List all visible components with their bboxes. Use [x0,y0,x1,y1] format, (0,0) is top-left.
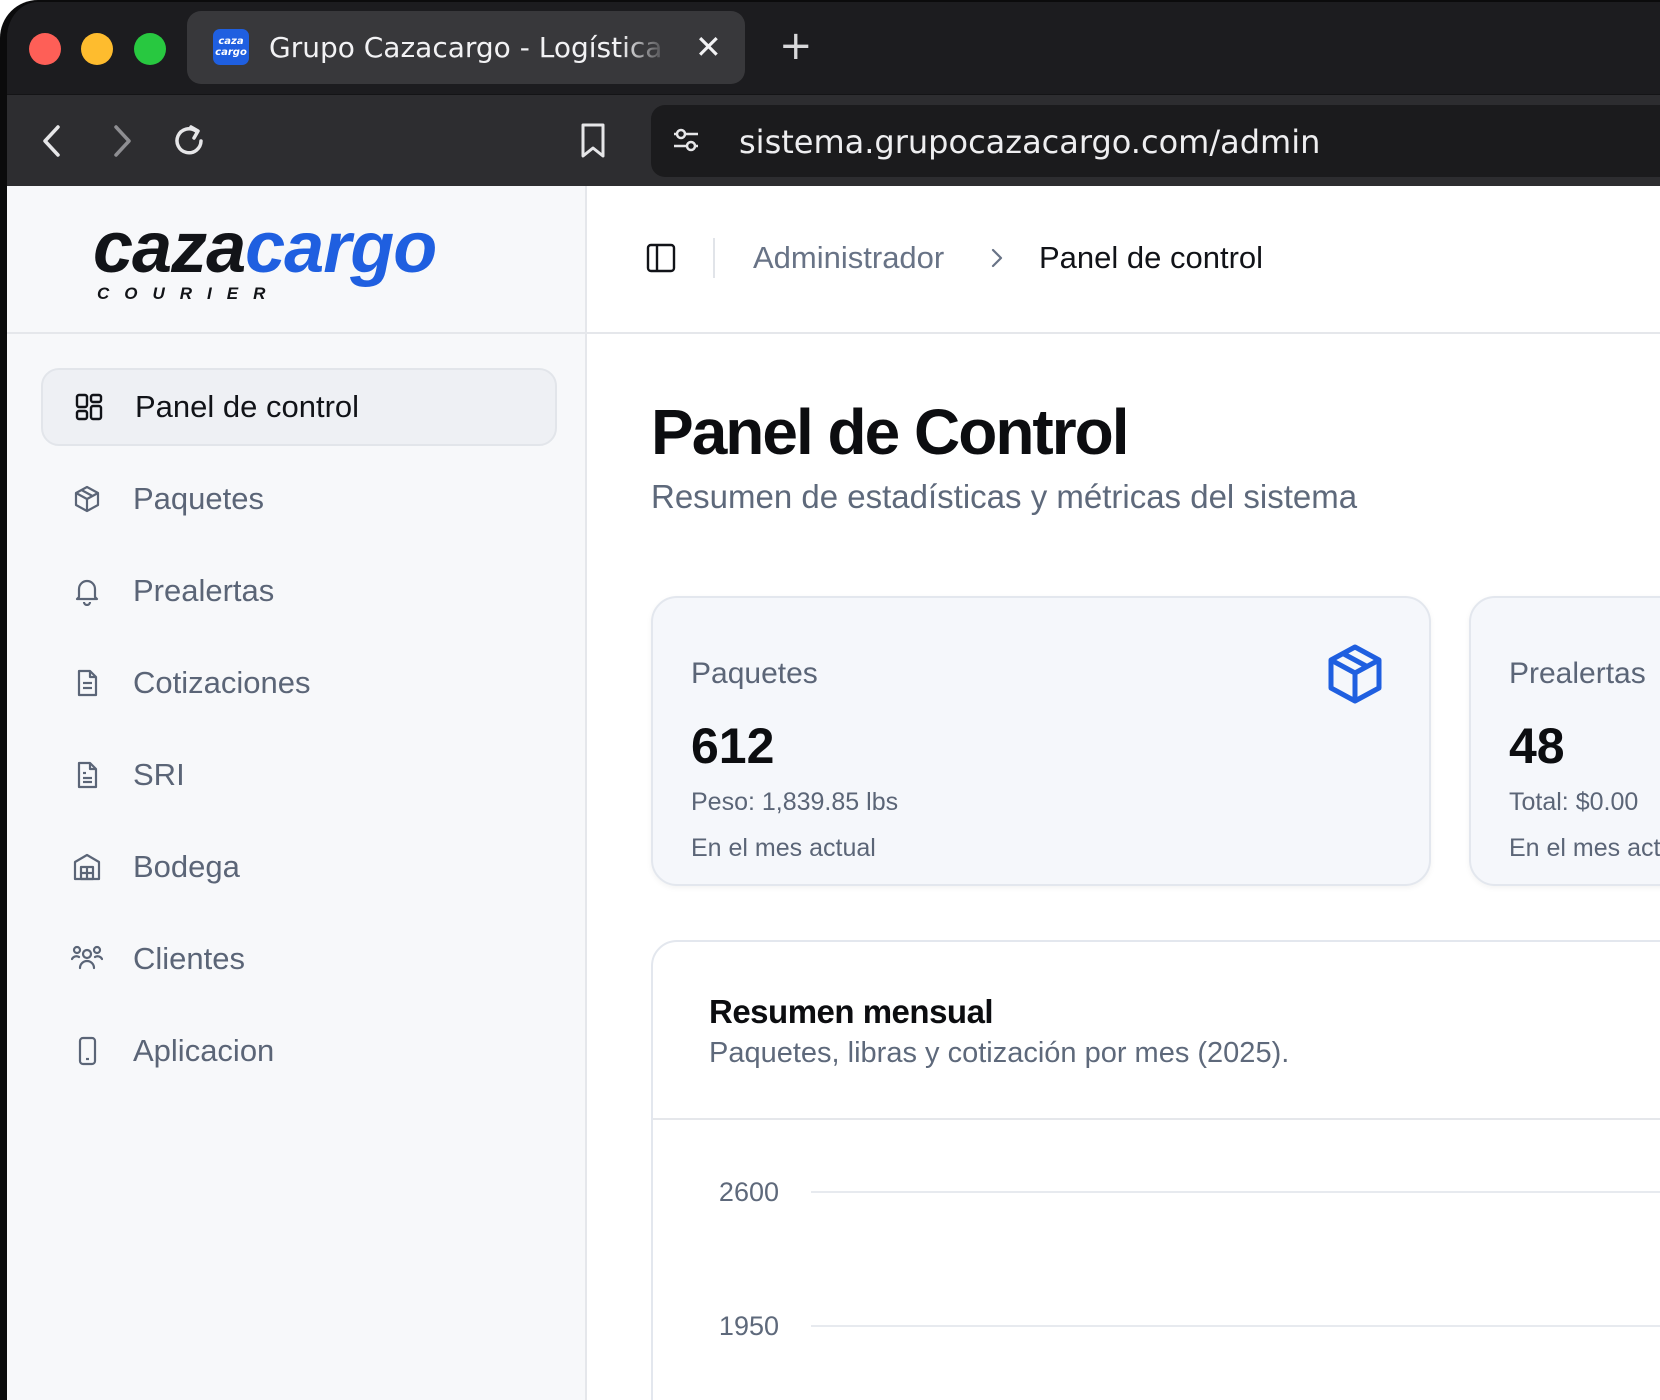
tab-title: Grupo Cazacargo - Logística Global [269,31,669,64]
page-subtitle: Resumen de estadísticas y métricas del s… [651,478,1358,515]
stat-label: Paquetes [691,657,818,690]
package-icon [71,483,103,515]
header-divider [713,238,715,278]
document-icon [71,667,103,699]
stat-period: En el mes actual [1509,834,1660,862]
sidebar-item-label: Bodega [133,849,240,884]
sidebar-nav: Panel de control Paquetes Prealertas Cot… [41,368,557,1104]
web-page: cazacargo COURIER Panel de control Paque… [7,186,1660,1400]
logo-subtitle: COURIER [97,284,281,303]
main-content: Panel de Control Resumen de estadísticas… [587,334,1660,1400]
stat-value: 48 [1509,718,1565,774]
sidebar: cazacargo COURIER Panel de control Paque… [7,186,587,1400]
sidebar-item-label: SRI [133,757,185,792]
sidebar-item-label: Aplicacion [133,1033,275,1068]
tab-strip: caza cargo Grupo Cazacargo - Logística G… [7,2,1660,94]
browser-tab[interactable]: caza cargo Grupo Cazacargo - Logística G… [187,11,745,84]
sidebar-toggle-icon[interactable] [645,242,677,279]
stat-label: Prealertas [1509,657,1646,690]
bookmark-icon[interactable] [569,117,617,165]
logo-part-1: caza [93,208,246,288]
sidebar-item-aplicacion[interactable]: Aplicacion [41,1012,557,1090]
close-window-button[interactable] [29,33,61,65]
dashboard-icon [73,391,105,423]
breadcrumb-current: Panel de control [1039,240,1264,275]
new-tab-button[interactable]: + [779,26,813,66]
brand-logo[interactable]: cazacargo [93,208,437,288]
monthly-summary-card: Resumen mensual Paquetes, libras y cotiz… [651,940,1660,1400]
stat-card-prealertas[interactable]: Prealertas 48 Total: $0.00 En el mes act… [1469,596,1660,886]
smartphone-icon [71,1035,103,1067]
forward-icon[interactable] [97,117,145,165]
stat-detail: Total: $0.00 [1509,788,1639,816]
bell-icon [71,575,103,607]
browser-window: caza cargo Grupo Cazacargo - Logística G… [0,0,1660,1400]
favicon-icon: caza cargo [213,29,249,65]
users-icon [71,943,103,975]
browser-toolbar: sistema.grupocazacargo.com/admin [7,94,1660,186]
sidebar-item-label: Prealertas [133,573,275,608]
logo-part-2: cargo [245,208,437,288]
page-title: Panel de Control [651,396,1129,468]
sidebar-item-clientes[interactable]: Clientes [41,920,557,998]
stat-detail: Peso: 1,839.85 lbs [691,788,899,816]
box-icon [1323,642,1387,711]
minimize-window-button[interactable] [81,33,113,65]
sidebar-item-panel-de-control[interactable]: Panel de control [41,368,557,446]
sidebar-item-prealertas[interactable]: Prealertas [41,552,557,630]
sidebar-item-label: Cotizaciones [133,665,311,700]
sidebar-item-bodega[interactable]: Bodega [41,828,557,906]
sidebar-item-label: Panel de control [135,389,360,424]
sidebar-item-paquetes[interactable]: Paquetes [41,460,557,538]
receipt-icon [71,759,103,791]
url-text[interactable]: sistema.grupocazacargo.com/admin [739,123,1320,161]
stat-value: 612 [691,718,775,774]
address-bar[interactable]: sistema.grupocazacargo.com/admin [651,105,1660,177]
chevron-right-icon [987,246,1007,275]
sidebar-item-label: Paquetes [133,481,264,516]
top-header: Administrador Panel de control [587,186,1660,334]
monthly-chart: 2600 1950 [719,1177,1660,1341]
chart-subtitle: Paquetes, libras y cotización por mes (2… [709,1037,1290,1069]
chart-title: Resumen mensual [709,993,994,1030]
sidebar-item-cotizaciones[interactable]: Cotizaciones [41,644,557,722]
sidebar-item-label: Clientes [133,941,245,976]
breadcrumb-administrador[interactable]: Administrador [753,238,944,278]
sidebar-item-sri[interactable]: SRI [41,736,557,814]
close-tab-icon[interactable]: ✕ [695,31,722,63]
reload-icon[interactable] [165,117,213,165]
stat-period: En el mes actual [691,834,876,862]
site-settings-icon[interactable] [671,125,701,160]
y-tick-label: 2600 [719,1177,779,1207]
maximize-window-button[interactable] [134,33,166,65]
logo-area: cazacargo COURIER [7,186,585,334]
back-icon[interactable] [29,117,77,165]
y-tick-label: 1950 [719,1311,779,1341]
stat-card-paquetes[interactable]: Paquetes 612 Peso: 1,839.85 lbs En el me… [651,596,1431,886]
warehouse-icon [71,851,103,883]
